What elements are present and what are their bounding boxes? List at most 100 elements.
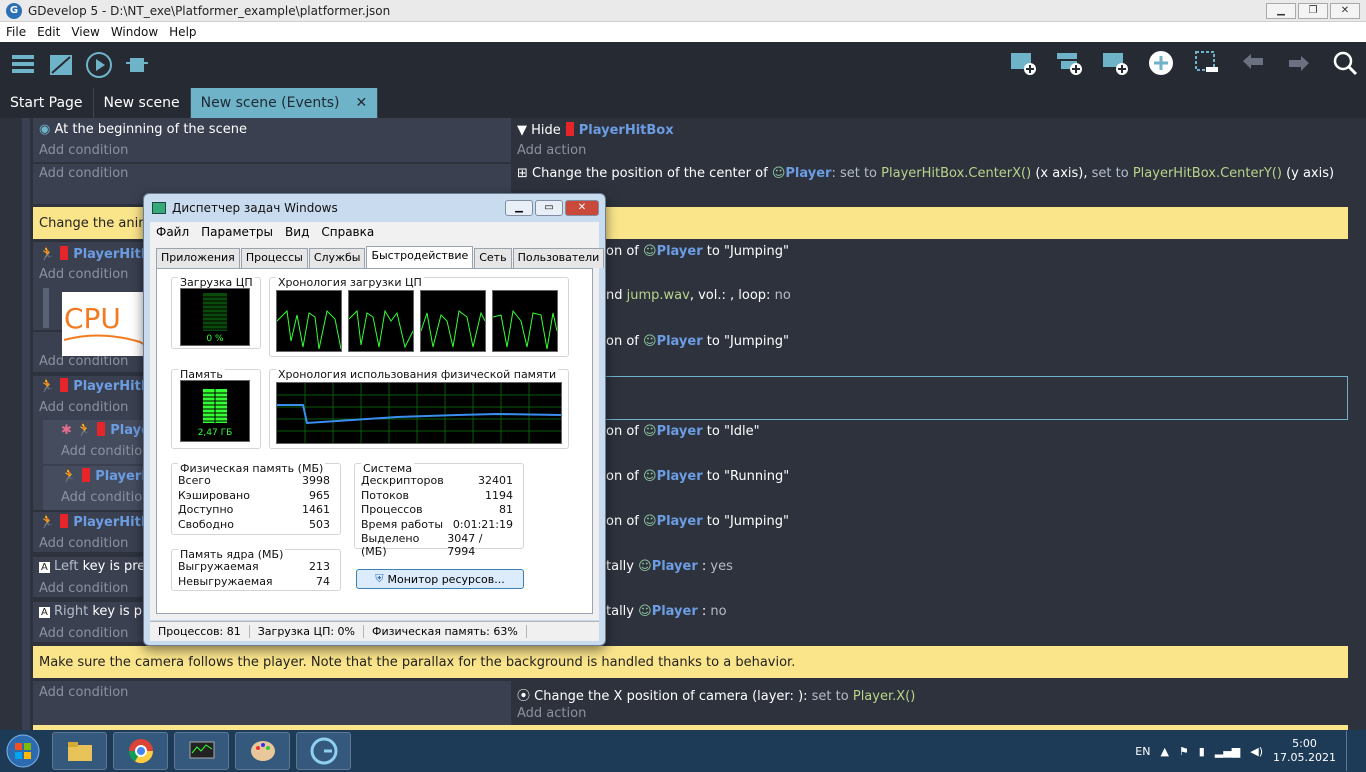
play-sound-action-row[interactable]: nd jump.wav, vol.: , loop: no: [600, 286, 1366, 326]
add-condition-link[interactable]: Add condition: [39, 166, 128, 181]
flip-action[interactable]: tally ☺Player : yes: [606, 559, 733, 574]
add-condition-link[interactable]: Add condition: [39, 626, 128, 641]
tm-maximize-button[interactable]: ▭: [535, 200, 563, 216]
add-subevent-icon[interactable]: [1054, 48, 1084, 78]
add-event-icon[interactable]: [1008, 48, 1038, 78]
redo-icon[interactable]: [1284, 48, 1314, 78]
add-icon[interactable]: [1146, 48, 1176, 78]
maximize-button[interactable]: ❐: [1298, 3, 1328, 19]
resource-monitor-button[interactable]: ⛨ Монитор ресурсов...: [356, 569, 524, 589]
tm-close-button[interactable]: ✕: [565, 200, 599, 216]
subevent-condition-line[interactable]: ✱ 🏃 Playe: [61, 422, 150, 438]
add-condition-link[interactable]: Add condition: [39, 143, 128, 158]
tm-menu-help[interactable]: Справка: [315, 225, 380, 239]
add-action-link[interactable]: Add action: [517, 706, 586, 721]
add-condition-link[interactable]: Add condition: [39, 267, 128, 282]
tab-new-scene-events[interactable]: New scene (Events) ✕: [190, 88, 379, 118]
menu-edit[interactable]: Edit: [31, 25, 65, 39]
tm-tab-network[interactable]: Сеть: [474, 248, 512, 268]
show-hidden-icons-icon[interactable]: ▲: [1160, 745, 1168, 758]
add-action-link[interactable]: Add action: [517, 143, 586, 158]
close-button[interactable]: ✕: [1330, 3, 1360, 19]
tm-menu-view[interactable]: Вид: [279, 225, 315, 239]
key-pressed-condition[interactable]: A Left key is pre: [39, 559, 145, 574]
task-manager-window[interactable]: Диспетчер задач Windows ▁ ▭ ✕ Файл Парам…: [143, 193, 606, 646]
action-center-flag-icon[interactable]: ⚑: [1179, 745, 1189, 758]
set-animation-action[interactable]: on of ☺Player to "Jumping": [606, 244, 789, 259]
tm-tab-services[interactable]: Службы: [308, 248, 366, 268]
task-manager-taskbar-icon[interactable]: [174, 732, 229, 770]
gdevelop-taskbar-icon[interactable]: [296, 732, 351, 770]
chrome-taskbar-icon[interactable]: [113, 732, 168, 770]
subevent-condition-line[interactable]: 🏃 PlayerH: [61, 468, 152, 484]
set-animation-action[interactable]: on of ☺Player to "Running": [606, 469, 789, 484]
scene-editor-icon[interactable]: [46, 50, 76, 80]
tab-close-icon[interactable]: ✕: [355, 95, 367, 111]
event-row-1-conditions[interactable]: ◉ At the beginning of the scene Add cond…: [33, 118, 511, 162]
flip-action[interactable]: tally ☺Player : no: [606, 604, 727, 619]
signal-icon[interactable]: ▂▄▆: [1215, 745, 1240, 758]
add-comment-icon[interactable]: [1100, 48, 1130, 78]
collision-condition[interactable]: 🏃 PlayerHitB: [39, 378, 151, 394]
paint-taskbar-icon[interactable]: [235, 732, 290, 770]
delete-selection-icon[interactable]: [1192, 48, 1222, 78]
event-row-5a-actions[interactable]: on of ☺Player to "Idle": [600, 422, 1366, 462]
debugger-icon[interactable]: [122, 50, 152, 80]
add-condition-link[interactable]: Add condition: [61, 490, 150, 505]
camera-x-action[interactable]: ⦿ Change the X position of camera (layer…: [517, 685, 915, 704]
add-condition-link[interactable]: Add condition: [61, 444, 150, 459]
event-row-6-actions[interactable]: on of ☺Player to "Jumping": [600, 512, 1366, 552]
event-row-7-actions[interactable]: tally ☺Player : yes: [600, 557, 1366, 597]
tm-tab-users[interactable]: Пользователи: [512, 248, 605, 268]
action-text: (y axis): [1286, 166, 1335, 181]
event-row-8-actions[interactable]: tally ☺Player : no: [600, 602, 1366, 642]
network-icon[interactable]: ▮: [1199, 745, 1205, 758]
event-row-3-actions[interactable]: on of ☺Player to "Jumping": [600, 242, 1366, 282]
set-animation-action[interactable]: on of ☺Player to "Jumping": [606, 334, 789, 349]
add-condition-link[interactable]: Add condition: [39, 536, 128, 551]
event-row-4-actions[interactable]: on of ☺Player to "Jumping": [600, 332, 1366, 372]
action-text: tally: [606, 559, 634, 574]
play-sound-action[interactable]: nd jump.wav, vol.: , loop: no: [606, 288, 791, 303]
search-icon[interactable]: [1330, 48, 1360, 78]
event-row-1-actions[interactable]: ▼ Hide PlayerHitBox Add action: [511, 118, 1366, 162]
menu-window[interactable]: Window: [105, 25, 163, 39]
set-animation-action[interactable]: on of ☺Player to "Jumping": [606, 514, 789, 529]
show-desktop-button[interactable]: [1346, 731, 1356, 771]
scene-start-condition[interactable]: ◉ At the beginning of the scene: [39, 122, 247, 137]
clock[interactable]: 5:00 17.05.2021: [1273, 737, 1336, 765]
collision-condition[interactable]: 🏃 PlayerHitB: [39, 514, 151, 530]
tm-menu-file[interactable]: Файл: [150, 225, 195, 239]
comment-event[interactable]: Make sure the camera follows the player.…: [33, 646, 1348, 678]
language-indicator[interactable]: EN: [1135, 745, 1150, 758]
minimize-button[interactable]: ▁: [1266, 3, 1296, 19]
add-condition-link[interactable]: Add condition: [39, 400, 128, 415]
event-row-2-actions[interactable]: ⊞ Change the position of the center of ☺…: [511, 164, 1366, 204]
menu-file[interactable]: File: [0, 25, 31, 39]
volume-icon[interactable]: ◀): [1250, 745, 1263, 758]
tm-tab-applications[interactable]: Приложения: [156, 248, 240, 268]
project-manager-icon[interactable]: [8, 50, 38, 80]
add-condition-link[interactable]: Add condition: [39, 685, 128, 700]
menu-help[interactable]: Help: [163, 25, 201, 39]
set-center-action[interactable]: ⊞ Change the position of the center of ☺…: [517, 166, 1334, 181]
set-animation-action[interactable]: on of ☺Player to "Idle": [606, 424, 760, 439]
start-button[interactable]: [0, 731, 46, 771]
tm-tab-processes[interactable]: Процессы: [240, 248, 308, 268]
hide-action[interactable]: ▼ Hide PlayerHitBox: [517, 122, 674, 138]
key-pressed-condition[interactable]: A Right key is p: [39, 604, 142, 619]
tm-menu-options[interactable]: Параметры: [195, 225, 279, 239]
undo-icon[interactable]: [1238, 48, 1268, 78]
tm-tab-performance[interactable]: Быстродействие: [366, 246, 474, 268]
tab-start-page[interactable]: Start Page: [0, 88, 94, 118]
explorer-taskbar-icon[interactable]: [52, 732, 107, 770]
menu-view[interactable]: View: [65, 25, 104, 39]
tab-new-scene[interactable]: New scene: [94, 88, 191, 118]
collision-condition[interactable]: 🏃 PlayerHitB: [39, 246, 151, 262]
event-row-9-conditions[interactable]: Add condition: [33, 681, 511, 725]
tm-minimize-button[interactable]: ▁: [505, 200, 533, 216]
event-row-9-actions[interactable]: ⦿ Change the X position of camera (layer…: [511, 681, 1366, 725]
preview-play-icon[interactable]: [84, 50, 114, 80]
event-row-5b-actions[interactable]: on of ☺Player to "Running": [600, 467, 1366, 507]
add-condition-link[interactable]: Add condition: [39, 581, 128, 596]
